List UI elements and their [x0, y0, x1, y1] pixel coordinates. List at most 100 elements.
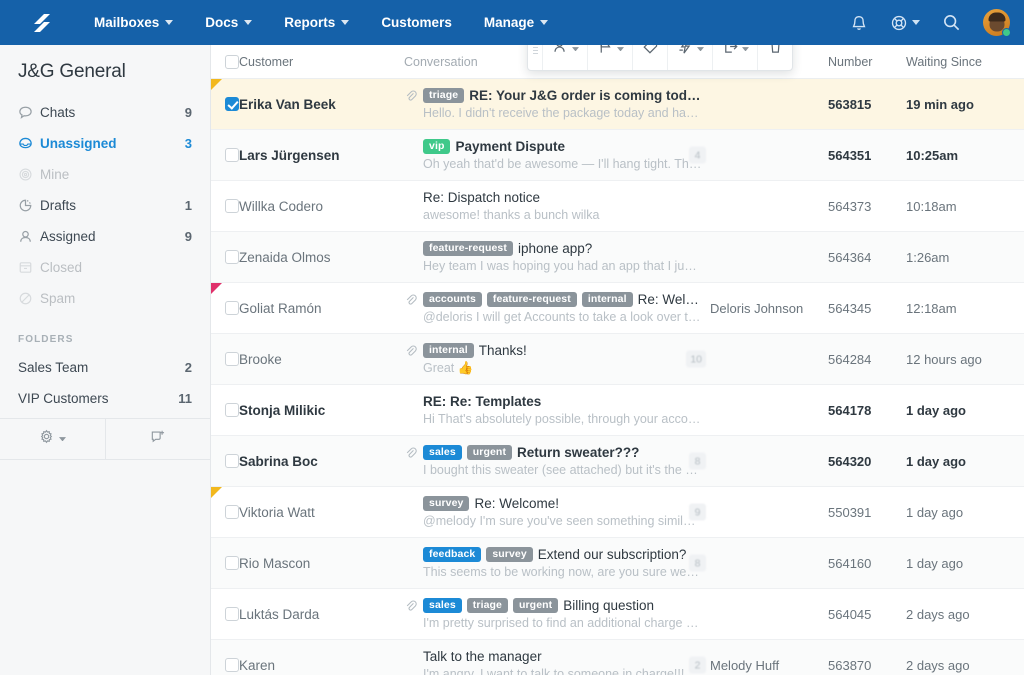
- table-row[interactable]: Rio Mascon feedback survey Extend our subs…: [211, 538, 1024, 589]
- tag-feedback[interactable]: feedback: [423, 547, 482, 562]
- nav-label: Manage: [483, 15, 535, 30]
- conversation-list: Customer Conversation Number Waiting Sin…: [211, 45, 1024, 675]
- sidebar-item-assigned[interactable]: Assigned 9: [0, 221, 210, 252]
- row-customer: Goliat Ramón: [239, 300, 322, 316]
- row-conversation: RE: Re: Templates Hi That's absolutely p…: [404, 385, 710, 435]
- sidebar-item-closed[interactable]: Closed: [0, 252, 210, 283]
- tag-feature-request[interactable]: feature-request: [423, 241, 513, 256]
- sidebar-folder-sales-team[interactable]: Sales Team 2: [0, 352, 210, 383]
- tag-sales[interactable]: sales: [423, 598, 462, 613]
- row-assignee: Deloris Johnson: [710, 300, 804, 316]
- app-root: Mailboxes Docs Reports Customers Manage: [0, 0, 1024, 675]
- row-checkbox[interactable]: [225, 607, 239, 621]
- row-preview: I'm angry. I want to talk to someone in …: [423, 667, 702, 675]
- row-customer: Erika Van Beek: [239, 96, 336, 112]
- tag-survey[interactable]: survey: [486, 547, 533, 562]
- search-icon[interactable]: [931, 0, 971, 45]
- tag-internal[interactable]: internal: [581, 292, 633, 307]
- bell-icon[interactable]: [839, 0, 879, 45]
- row-checkbox[interactable]: [225, 454, 239, 468]
- row-number: 564284: [828, 351, 872, 367]
- settings-button[interactable]: [0, 419, 105, 459]
- table-row[interactable]: Karen Talk to the manager I'm angry. I w…: [211, 640, 1024, 675]
- row-subject: iphone app?: [517, 241, 593, 256]
- table-row[interactable]: Goliat Ramón accounts feature-request inte…: [211, 283, 1024, 334]
- avatar[interactable]: [983, 9, 1011, 37]
- sidebar-folder-vip-customers[interactable]: VIP Customers 11: [0, 383, 210, 414]
- header-number: Number: [828, 54, 873, 69]
- sidebar: J&G General Chats 9 Unassigned 3 Mine Dr…: [0, 45, 211, 675]
- sidebar-item-count: 9: [184, 229, 192, 244]
- row-checkbox-cell[interactable]: [211, 640, 239, 675]
- select-all-checkbox[interactable]: [225, 54, 239, 69]
- row-checkbox-cell[interactable]: [211, 538, 239, 588]
- row-waiting-since: 12 hours ago: [906, 351, 982, 367]
- table-row[interactable]: Stonja Milikic RE: Re: Templates Hi That…: [211, 385, 1024, 436]
- tag-sales[interactable]: sales: [423, 445, 462, 460]
- row-checkbox-cell[interactable]: [211, 334, 239, 384]
- tag-urgent[interactable]: urgent: [466, 445, 513, 460]
- row-number: 563815: [828, 96, 872, 112]
- row-number: 564373: [828, 198, 872, 214]
- row-checkbox[interactable]: [225, 403, 239, 417]
- sidebar-nav-list: Chats 9 Unassigned 3 Mine Drafts 1 Assig…: [0, 97, 210, 318]
- row-checkbox[interactable]: [225, 556, 239, 570]
- sidebar-item-mine[interactable]: Mine: [0, 159, 210, 190]
- tag-internal[interactable]: internal: [423, 342, 474, 358]
- sidebar-item-label: Chats: [40, 105, 76, 120]
- tag-survey[interactable]: survey: [423, 496, 470, 511]
- row-checkbox[interactable]: [225, 148, 239, 162]
- row-preview: Great 👍: [423, 360, 474, 375]
- row-checkbox-cell[interactable]: [211, 385, 239, 435]
- sidebar-item-drafts[interactable]: Drafts 1: [0, 190, 210, 221]
- table-row[interactable]: Luktás Darda sales triage urgent Billing qu…: [211, 589, 1024, 640]
- table-row[interactable]: Viktoria Watt survey Re: Welcome! @melody…: [211, 487, 1024, 538]
- table-row[interactable]: Zenaida Olmos feature-request iphone app?…: [211, 232, 1024, 283]
- sidebar-item-unassigned[interactable]: Unassigned 3: [0, 128, 210, 159]
- help-ring-icon[interactable]: [879, 0, 931, 45]
- new-conversation-icon: [150, 429, 166, 450]
- row-customer: Sabrina Boc: [239, 453, 318, 469]
- row-checkbox[interactable]: [225, 199, 239, 213]
- row-number: 563870: [828, 657, 872, 673]
- tag-urgent[interactable]: urgent: [512, 598, 559, 613]
- nav-item-customers[interactable]: Customers: [365, 0, 468, 45]
- row-assignee: [710, 334, 828, 384]
- table-row[interactable]: Erika Van Beek triage RE: Your J&G order …: [211, 79, 1024, 130]
- nav-item-mailboxes[interactable]: Mailboxes: [78, 0, 189, 45]
- row-checkbox[interactable]: [225, 505, 239, 519]
- row-assignee: Melody Huff: [710, 657, 780, 673]
- row-number: 564178: [828, 402, 872, 418]
- row-checkbox-cell[interactable]: [211, 181, 239, 231]
- row-checkbox-cell[interactable]: [211, 232, 239, 282]
- tag-triage[interactable]: triage: [466, 598, 508, 613]
- row-subject: Payment Dispute: [455, 139, 566, 154]
- row-checkbox[interactable]: [225, 250, 239, 264]
- new-conversation-button[interactable]: [105, 419, 210, 459]
- table-row[interactable]: Brooke internal Thanks! Great 👍 10 564284…: [211, 334, 1024, 385]
- nav-item-docs[interactable]: Docs: [189, 0, 268, 45]
- tag-feature-request[interactable]: feature-request: [486, 292, 577, 307]
- row-checkbox[interactable]: [225, 658, 239, 672]
- select-all-cell[interactable]: [211, 54, 239, 69]
- table-row[interactable]: Lars Jürgensen vip Payment Dispute Oh yea…: [211, 130, 1024, 181]
- row-preview: @melody I'm sure you've seen something s…: [423, 514, 702, 528]
- row-checkbox-cell[interactable]: [211, 130, 239, 180]
- tag-vip[interactable]: vip: [423, 139, 451, 154]
- nav-item-manage[interactable]: Manage: [468, 0, 564, 45]
- helpscout-logo[interactable]: [30, 10, 56, 36]
- sidebar-item-spam[interactable]: Spam: [0, 283, 210, 314]
- row-checkbox[interactable]: [225, 352, 239, 366]
- row-checkbox[interactable]: [225, 301, 239, 315]
- table-row[interactable]: Willka Codero Re: Dispatch notice awesom…: [211, 181, 1024, 232]
- nav-item-reports[interactable]: Reports: [268, 0, 365, 45]
- row-conversation: accounts feature-request internal Re: Welco…: [404, 283, 710, 333]
- row-checkbox-cell[interactable]: [211, 436, 239, 486]
- table-row[interactable]: Sabrina Boc sales urgent Return sweater???…: [211, 436, 1024, 487]
- tag-accounts[interactable]: accounts: [423, 292, 482, 307]
- row-checkbox[interactable]: [225, 97, 239, 111]
- sidebar-item-label: Unassigned: [40, 136, 117, 151]
- row-checkbox-cell[interactable]: [211, 589, 239, 639]
- sidebar-item-chats[interactable]: Chats 9: [0, 97, 210, 128]
- tag-triage[interactable]: triage: [423, 88, 465, 103]
